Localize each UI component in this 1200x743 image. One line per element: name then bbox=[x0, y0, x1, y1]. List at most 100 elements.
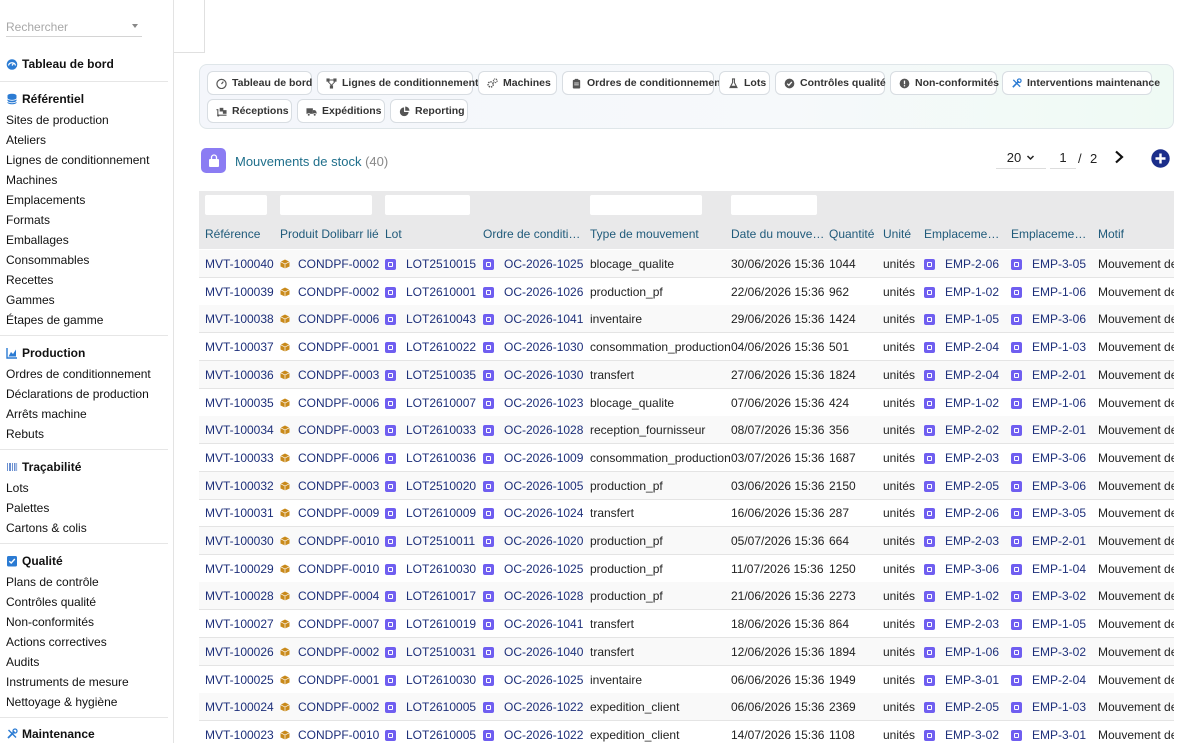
sidebar-item-qualite-5[interactable]: Instruments de mesure bbox=[6, 675, 129, 689]
order-cell[interactable]: OC-2026-1005 bbox=[483, 479, 583, 493]
destination-location-cell[interactable]: EMP-1-05 bbox=[1011, 617, 1086, 631]
order-cell[interactable]: OC-2026-1022 bbox=[483, 728, 583, 742]
lot-link[interactable]: LOT2510011 bbox=[406, 534, 475, 548]
table-row[interactable]: MVT-100040 CONDPF-0002 LOT2510015 OC-202… bbox=[199, 250, 1174, 278]
destination-location-link[interactable]: EMP-1-03 bbox=[1032, 340, 1086, 354]
product-link[interactable]: CONDPF-0002 bbox=[298, 645, 379, 659]
product-cell[interactable]: CONDPF-0006 bbox=[280, 396, 379, 410]
tab-reporting[interactable]: Reporting bbox=[390, 99, 468, 123]
product-cell[interactable]: CONDPF-0002 bbox=[280, 645, 379, 659]
reference-link[interactable]: MVT-100037 bbox=[205, 340, 274, 354]
lot-cell[interactable]: LOT2510020 bbox=[385, 479, 476, 493]
sidebar-item-referentiel-0[interactable]: Sites de production bbox=[6, 113, 109, 127]
product-link[interactable]: CONDPF-0006 bbox=[298, 396, 379, 410]
source-location-cell[interactable]: EMP-3-02 bbox=[924, 728, 999, 742]
source-location-cell[interactable]: EMP-2-05 bbox=[924, 479, 999, 493]
sidebar-item-production-1[interactable]: Déclarations de production bbox=[6, 387, 149, 401]
column-header[interactable]: Type de mouvement bbox=[590, 227, 699, 241]
source-location-link[interactable]: EMP-1-02 bbox=[945, 589, 999, 603]
sidebar-section-production[interactable]: Production bbox=[6, 346, 85, 360]
order-link[interactable]: OC-2026-1026 bbox=[504, 285, 583, 299]
product-cell[interactable]: CONDPF-0010 bbox=[280, 534, 379, 548]
sidebar-item-referentiel-7[interactable]: Consommables bbox=[6, 253, 89, 267]
next-page-icon[interactable] bbox=[1113, 150, 1125, 164]
table-row[interactable]: MVT-100026 CONDPF-0002 LOT2510031 OC-202… bbox=[199, 637, 1174, 666]
source-location-link[interactable]: EMP-1-02 bbox=[945, 285, 999, 299]
destination-location-cell[interactable]: EMP-3-05 bbox=[1011, 257, 1086, 271]
destination-location-link[interactable]: EMP-2-01 bbox=[1032, 368, 1086, 382]
source-location-cell[interactable]: EMP-1-02 bbox=[924, 285, 999, 299]
table-row[interactable]: MVT-100036 CONDPF-0003 LOT2510035 OC-202… bbox=[199, 360, 1174, 389]
destination-location-link[interactable]: EMP-2-04 bbox=[1032, 673, 1086, 687]
lot-cell[interactable]: LOT2610005 bbox=[385, 700, 476, 714]
order-link[interactable]: OC-2026-1030 bbox=[504, 368, 583, 382]
lot-link[interactable]: LOT2610017 bbox=[406, 589, 476, 603]
destination-location-cell[interactable]: EMP-2-04 bbox=[1011, 673, 1086, 687]
reference-link[interactable]: MVT-100027 bbox=[205, 617, 274, 631]
lot-link[interactable]: LOT2610007 bbox=[406, 396, 476, 410]
sidebar-section-qualite[interactable]: Qualité bbox=[6, 554, 63, 568]
reference-link[interactable]: MVT-100031 bbox=[205, 506, 274, 520]
reference-link[interactable]: MVT-100039 bbox=[205, 285, 274, 299]
column-header[interactable]: Emplaceme… bbox=[924, 227, 999, 241]
source-location-cell[interactable]: EMP-1-06 bbox=[924, 645, 999, 659]
lot-cell[interactable]: LOT2610033 bbox=[385, 423, 476, 437]
add-record-button[interactable] bbox=[1151, 149, 1170, 168]
order-link[interactable]: OC-2026-1028 bbox=[504, 589, 583, 603]
destination-location-link[interactable]: EMP-3-06 bbox=[1032, 312, 1086, 326]
table-row[interactable]: MVT-100024 CONDPF-0002 LOT2610005 OC-202… bbox=[199, 693, 1174, 722]
reference-link[interactable]: MVT-100030 bbox=[205, 534, 274, 548]
lot-link[interactable]: LOT2610036 bbox=[406, 451, 476, 465]
table-row[interactable]: MVT-100023 CONDPF-0010 LOT2610005 OC-202… bbox=[199, 721, 1174, 743]
destination-location-link[interactable]: EMP-3-05 bbox=[1032, 257, 1086, 271]
product-link[interactable]: CONDPF-0007 bbox=[298, 617, 379, 631]
destination-location-cell[interactable]: EMP-3-06 bbox=[1011, 312, 1086, 326]
product-link[interactable]: CONDPF-0003 bbox=[298, 423, 379, 437]
column-header[interactable]: Lot bbox=[385, 227, 402, 241]
reference-link[interactable]: MVT-100028 bbox=[205, 589, 274, 603]
order-link[interactable]: OC-2026-1041 bbox=[504, 617, 583, 631]
source-location-link[interactable]: EMP-2-03 bbox=[945, 534, 999, 548]
source-location-link[interactable]: EMP-2-03 bbox=[945, 617, 999, 631]
tab-lots[interactable]: Lots bbox=[719, 71, 770, 95]
lot-link[interactable]: LOT2610019 bbox=[406, 617, 476, 631]
destination-location-cell[interactable]: EMP-3-02 bbox=[1011, 645, 1086, 659]
search-select[interactable] bbox=[6, 17, 142, 37]
product-cell[interactable]: CONDPF-0006 bbox=[280, 451, 379, 465]
destination-location-cell[interactable]: EMP-2-01 bbox=[1011, 368, 1086, 382]
destination-location-link[interactable]: EMP-2-01 bbox=[1032, 534, 1086, 548]
caret-down-icon[interactable] bbox=[132, 24, 138, 28]
lot-link[interactable]: LOT2610009 bbox=[406, 506, 476, 520]
product-cell[interactable]: CONDPF-0001 bbox=[280, 340, 379, 354]
destination-location-link[interactable]: EMP-1-05 bbox=[1032, 617, 1086, 631]
table-row[interactable]: MVT-100030 CONDPF-0010 LOT2510011 OC-202… bbox=[199, 527, 1174, 555]
order-link[interactable]: OC-2026-1025 bbox=[504, 562, 583, 576]
destination-location-cell[interactable]: EMP-3-05 bbox=[1011, 506, 1086, 520]
order-link[interactable]: OC-2026-1022 bbox=[504, 700, 583, 714]
reference-link[interactable]: MVT-100034 bbox=[205, 423, 274, 437]
destination-location-cell[interactable]: EMP-1-06 bbox=[1011, 285, 1086, 299]
page-number-input[interactable]: 1 bbox=[1050, 147, 1076, 169]
sidebar-item-referentiel-5[interactable]: Formats bbox=[6, 213, 50, 227]
sidebar-item-referentiel-6[interactable]: Emballages bbox=[6, 233, 69, 247]
lot-link[interactable]: LOT2510035 bbox=[406, 368, 476, 382]
product-link[interactable]: CONDPF-0009 bbox=[298, 506, 379, 520]
destination-location-link[interactable]: EMP-1-06 bbox=[1032, 396, 1086, 410]
lot-link[interactable]: LOT2610005 bbox=[406, 728, 476, 742]
column-header[interactable]: Emplaceme… bbox=[1011, 227, 1086, 241]
product-cell[interactable]: CONDPF-0001 bbox=[280, 673, 379, 687]
tab-machines[interactable]: Machines bbox=[478, 71, 557, 95]
order-cell[interactable]: OC-2026-1040 bbox=[483, 645, 583, 659]
lot-link[interactable]: LOT2610030 bbox=[406, 673, 476, 687]
destination-location-link[interactable]: EMP-2-01 bbox=[1032, 423, 1086, 437]
product-link[interactable]: CONDPF-0002 bbox=[298, 257, 379, 271]
destination-location-link[interactable]: EMP-3-06 bbox=[1032, 479, 1086, 493]
lot-link[interactable]: LOT2610030 bbox=[406, 562, 476, 576]
destination-location-cell[interactable]: EMP-1-06 bbox=[1011, 396, 1086, 410]
source-location-cell[interactable]: EMP-2-02 bbox=[924, 423, 999, 437]
table-row[interactable]: MVT-100031 CONDPF-0009 LOT2610009 OC-202… bbox=[199, 499, 1174, 528]
product-cell[interactable]: CONDPF-0002 bbox=[280, 285, 379, 299]
tab-non-conformites[interactable]: Non-conformités bbox=[890, 71, 999, 95]
source-location-link[interactable]: EMP-1-06 bbox=[945, 645, 999, 659]
column-header[interactable]: Ordre de conditi… bbox=[483, 227, 580, 241]
